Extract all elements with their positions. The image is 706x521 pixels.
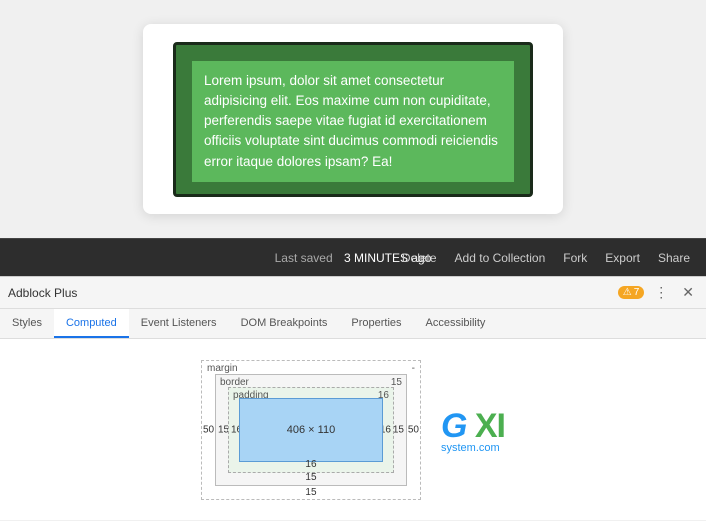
toolbar-right: Delete Add to Collection Fork Export Sha… bbox=[394, 239, 706, 276]
devtools-panel: Adblock Plus ⚠ 7 ⋮ ✕ Styles Computed Eve… bbox=[0, 276, 706, 520]
left-outer-val: 50 bbox=[203, 425, 214, 436]
watermark-g: G XI bbox=[441, 407, 505, 446]
preview-card: Lorem ipsum, dolor sit amet consectetur … bbox=[143, 24, 563, 214]
tabs-bar: Styles Computed Event Listeners DOM Brea… bbox=[0, 309, 706, 339]
devtools-actions: ⚠ 7 ⋮ ✕ bbox=[618, 282, 698, 303]
devtools-header: Adblock Plus ⚠ 7 ⋮ ✕ bbox=[0, 277, 706, 309]
bottom-padding-val: 16 bbox=[305, 459, 316, 470]
toolbar: Last saved 3 MINUTES ago Delete Add to C… bbox=[0, 238, 706, 276]
computed-content: margin - 50 50 border 15 15 15 padding 1… bbox=[0, 339, 706, 521]
right-outer-val: 50 bbox=[408, 425, 419, 436]
tab-dom-breakpoints[interactable]: DOM Breakpoints bbox=[229, 309, 340, 338]
content-size: 406 × 110 bbox=[287, 424, 335, 436]
devtools-title: Adblock Plus bbox=[8, 286, 77, 300]
warning-badge: ⚠ 7 bbox=[618, 286, 645, 299]
warning-icon: ⚠ bbox=[623, 287, 632, 298]
share-button[interactable]: Share bbox=[650, 247, 698, 269]
content-region: 406 × 110 bbox=[239, 398, 383, 462]
tab-event-listeners[interactable]: Event Listeners bbox=[129, 309, 229, 338]
add-collection-button[interactable]: Add to Collection bbox=[447, 247, 554, 269]
saved-label: Last saved bbox=[275, 251, 333, 265]
tab-properties[interactable]: Properties bbox=[339, 309, 413, 338]
element-box: Lorem ipsum, dolor sit amet consectetur … bbox=[173, 42, 533, 197]
watermark-sub: system.com bbox=[441, 442, 505, 454]
fork-button[interactable]: Fork bbox=[555, 247, 595, 269]
padding-region: padding 16 16 16 406 × 110 16 bbox=[228, 387, 394, 473]
delete-button[interactable]: Delete bbox=[394, 247, 445, 269]
close-icon[interactable]: ✕ bbox=[678, 282, 698, 303]
margin-label: margin bbox=[207, 363, 238, 374]
margin-region: margin - 50 50 border 15 15 15 padding 1… bbox=[201, 360, 421, 500]
bottom-border-val: 15 bbox=[305, 472, 316, 483]
box-model-container: margin - 50 50 border 15 15 15 padding 1… bbox=[201, 360, 421, 500]
tab-accessibility[interactable]: Accessibility bbox=[414, 309, 498, 338]
element-text: Lorem ipsum, dolor sit amet consectetur … bbox=[192, 61, 514, 182]
right-border-val: 15 bbox=[393, 425, 404, 436]
margin-val: - bbox=[412, 363, 415, 374]
preview-area: Lorem ipsum, dolor sit amet consectetur … bbox=[0, 0, 706, 238]
tab-styles[interactable]: Styles bbox=[0, 309, 54, 338]
warning-count: 7 bbox=[634, 287, 640, 298]
more-options-icon[interactable]: ⋮ bbox=[650, 282, 672, 303]
export-button[interactable]: Export bbox=[597, 247, 648, 269]
bottom-outer-val: 15 bbox=[305, 487, 316, 498]
border-region: border 15 15 15 padding 16 16 16 406 × 1… bbox=[215, 374, 407, 486]
tab-computed[interactable]: Computed bbox=[54, 309, 129, 338]
watermark-container: G XI system.com bbox=[441, 407, 505, 454]
